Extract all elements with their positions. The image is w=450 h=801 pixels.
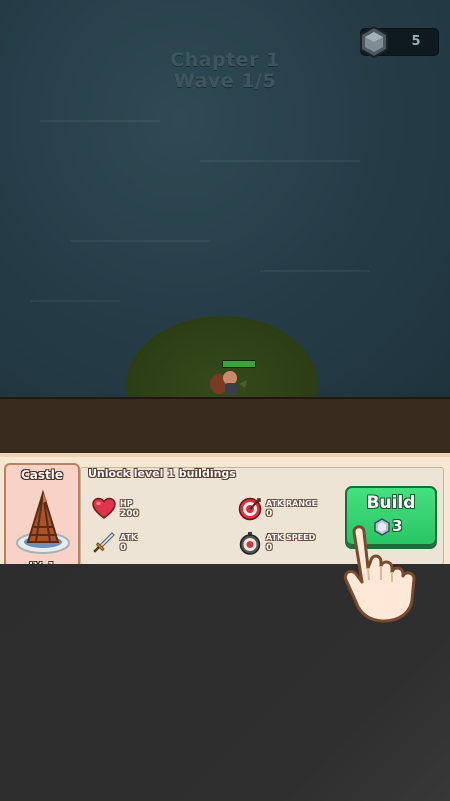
gem-hexagon-icon bbox=[360, 26, 388, 58]
stat-atk-speed-value: 0 bbox=[266, 543, 273, 553]
stat-atk-range-label: ATK RANGE bbox=[266, 499, 318, 508]
unlock-description: Unlock level 1 buildings bbox=[88, 467, 236, 480]
stat-atk: ATK 0 bbox=[92, 531, 212, 557]
stat-atk-label: ATK bbox=[120, 533, 138, 542]
build-button-label: Build bbox=[366, 493, 416, 513]
ground-strip bbox=[0, 397, 450, 455]
stat-atk-value: 0 bbox=[120, 543, 127, 553]
tutorial-hand-icon bbox=[343, 525, 416, 623]
stat-hp-value: 200 bbox=[120, 509, 139, 519]
stat-atk-speed-label: ATK SPEED bbox=[266, 533, 316, 542]
hero-character-icon bbox=[210, 371, 247, 395]
building-card[interactable]: Castle LV. 1 bbox=[4, 463, 80, 573]
building-name: Castle bbox=[20, 468, 64, 482]
game-world: Chapter 1 Wave 1/5 5 bbox=[0, 0, 450, 398]
stat-atk-range-value: 0 bbox=[266, 509, 273, 519]
stopwatch-icon bbox=[239, 532, 261, 555]
heart-icon bbox=[92, 497, 116, 519]
stat-hp-label: HP bbox=[120, 499, 133, 508]
gem-count: 5 bbox=[411, 34, 421, 49]
sword-icon bbox=[93, 532, 115, 553]
target-icon bbox=[238, 497, 262, 521]
wave-label: Wave 1/5 bbox=[173, 70, 277, 92]
gem-counter: 5 bbox=[360, 26, 439, 58]
castle-tower-icon bbox=[16, 489, 70, 554]
stat-hp: HP 200 bbox=[92, 497, 212, 523]
